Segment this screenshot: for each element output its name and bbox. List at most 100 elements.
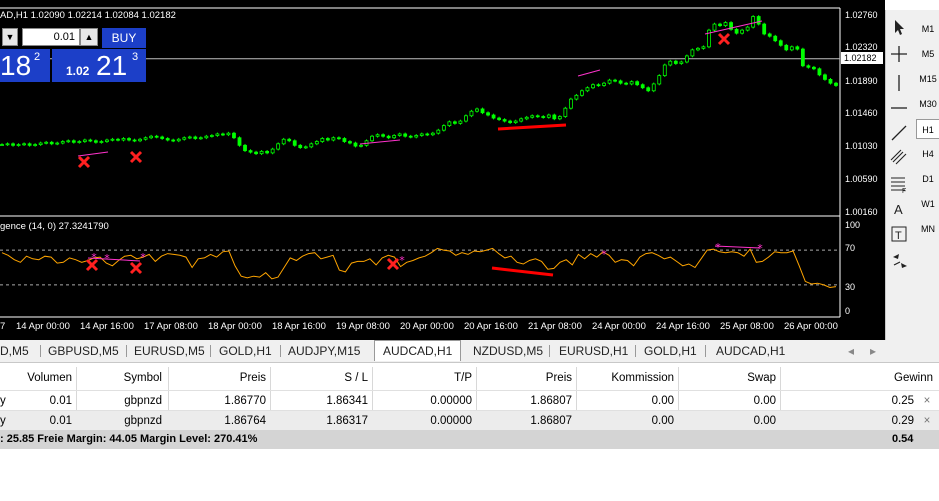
- candle-body: [580, 90, 584, 96]
- arrows-icon[interactable]: [888, 250, 910, 272]
- sell-signal-marker: [717, 32, 731, 46]
- account-status-row: : 25.85 Freie Margin: 44.05 Margin Level…: [0, 430, 939, 449]
- candle-body: [215, 133, 220, 136]
- horizontal-line-icon[interactable]: [888, 97, 910, 119]
- timeframe-m15[interactable]: M15: [916, 69, 939, 89]
- candle-body: [464, 115, 468, 122]
- candle-body: [204, 135, 209, 139]
- buy-price-button[interactable]: 1.02 21 3: [52, 49, 146, 82]
- cell-tp: 0.00000: [430, 395, 472, 407]
- vertical-line-icon[interactable]: [888, 72, 910, 94]
- tab-separator: [549, 345, 550, 357]
- lot-decrease-button[interactable]: ▼: [2, 28, 18, 46]
- timeframe-m1[interactable]: M1: [916, 19, 939, 39]
- chart-tab[interactable]: GOLD,H1: [644, 343, 697, 359]
- text-label-icon[interactable]: T: [888, 223, 910, 245]
- candle-body: [154, 135, 159, 138]
- divergence-star-marker: *: [601, 248, 607, 261]
- chart-tab-active[interactable]: AUDCAD,H1: [374, 340, 462, 361]
- chart-tab[interactable]: AUDJPY,M15: [288, 343, 360, 359]
- divergence-trendline: [714, 245, 761, 249]
- candle-body: [800, 48, 805, 67]
- chart-area[interactable]: * * * * * * * AD,H1 1.02090 1.02214 1.02084 1.…: [0, 0, 885, 340]
- candle-body: [530, 115, 535, 118]
- candle-body: [265, 150, 270, 154]
- chart-tab[interactable]: NZDUSD,M5: [473, 343, 543, 359]
- candle-body: [248, 150, 253, 153]
- time-label: 20 Apr 00:00: [400, 321, 454, 332]
- candle-body: [745, 26, 750, 31]
- candle-body: [823, 74, 827, 80]
- lot-increase-button[interactable]: ▲: [80, 28, 98, 46]
- col-header-symbol[interactable]: Symbol: [80, 368, 162, 388]
- chart-tab[interactable]: D,M5: [0, 343, 29, 359]
- svg-text:T: T: [895, 230, 902, 242]
- close-position-icon[interactable]: ×: [920, 391, 934, 411]
- timeframe-mn[interactable]: MN: [916, 219, 939, 239]
- timeframe-m5[interactable]: M5: [916, 44, 939, 64]
- osc-level-label: 0: [845, 306, 851, 316]
- col-header-current-price[interactable]: Preis: [480, 368, 572, 388]
- candle-body: [778, 40, 783, 46]
- candle-body: [568, 98, 573, 109]
- candle-body: [359, 144, 363, 147]
- fibonacci-icon[interactable]: F: [888, 172, 910, 195]
- candle-body: [657, 75, 662, 85]
- candle-body: [480, 108, 485, 114]
- text-icon[interactable]: A: [888, 198, 910, 220]
- candle-body: [491, 114, 496, 119]
- cell-commission: 0.00: [651, 415, 674, 427]
- cell-volume: 0.01: [49, 395, 72, 407]
- divergence-star-marker: *: [715, 241, 721, 254]
- candle-body: [55, 142, 60, 145]
- candle-body: [370, 135, 374, 142]
- col-header-profit[interactable]: Gewinn: [784, 368, 933, 388]
- channel-icon[interactable]: [888, 146, 910, 168]
- col-header-sl[interactable]: S / L: [274, 368, 368, 388]
- chart-tab[interactable]: EURUSD,M5: [134, 343, 205, 359]
- col-header-price[interactable]: Preis: [172, 368, 266, 388]
- candle-body: [143, 137, 148, 140]
- timeframe-m30[interactable]: M30: [916, 94, 939, 114]
- candle-body: [486, 112, 490, 116]
- chart-tab[interactable]: EURUSD,H1: [559, 343, 628, 359]
- trendline-icon[interactable]: [888, 122, 910, 144]
- col-header-commission[interactable]: Kommission: [580, 368, 674, 388]
- candle-body: [138, 138, 142, 142]
- cell-commission: 0.00: [651, 395, 674, 407]
- col-header-volume[interactable]: Volumen: [0, 368, 72, 388]
- candle-body: [348, 141, 352, 144]
- col-header-tp[interactable]: T/P: [376, 368, 472, 388]
- candle-body: [828, 79, 833, 84]
- timeframe-w1[interactable]: W1: [916, 194, 939, 214]
- time-label: 18 Apr 00:00: [208, 321, 262, 332]
- crosshair-icon[interactable]: [888, 43, 910, 65]
- time-label: 19 Apr 08:00: [336, 321, 390, 332]
- chart-tab[interactable]: GOLD,H1: [219, 343, 272, 359]
- chart-tab[interactable]: GBPUSD,M5: [48, 343, 119, 359]
- candle-body: [607, 79, 612, 84]
- time-label: 18 Apr 16:00: [272, 321, 326, 332]
- candle-body: [403, 133, 408, 137]
- chart-tab[interactable]: AUDCAD,H1: [716, 343, 785, 359]
- sell-price-button[interactable]: 18 2: [0, 49, 50, 82]
- candle-body: [132, 139, 137, 142]
- timeframe-h1[interactable]: H1: [916, 119, 939, 139]
- col-header-swap[interactable]: Swap: [682, 368, 776, 388]
- tab-scroll-left-button[interactable]: ◂: [848, 343, 854, 359]
- close-position-icon[interactable]: ×: [920, 411, 934, 431]
- cursor-icon[interactable]: [888, 16, 910, 38]
- candle-body: [662, 64, 667, 77]
- timeframe-h4[interactable]: H4: [916, 144, 939, 164]
- table-row[interactable]: y 0.01 gbpnzd 1.86770 1.86341 0.00000 1.…: [0, 390, 939, 411]
- candle-body: [519, 118, 524, 122]
- table-header: Volumen Symbol Preis S / L T/P Preis Kom…: [0, 368, 939, 388]
- candle-body: [33, 144, 38, 146]
- candle-body: [165, 138, 170, 141]
- buy-button[interactable]: BUY: [102, 28, 146, 48]
- candle-body: [331, 137, 336, 141]
- lot-size-input[interactable]: 0.01: [22, 28, 80, 46]
- timeframe-d1[interactable]: D1: [916, 169, 939, 189]
- table-row[interactable]: y 0.01 gbpnzd 1.86764 1.86317 0.00000 1.…: [0, 410, 939, 431]
- tab-scroll-right-button[interactable]: ▸: [870, 343, 876, 359]
